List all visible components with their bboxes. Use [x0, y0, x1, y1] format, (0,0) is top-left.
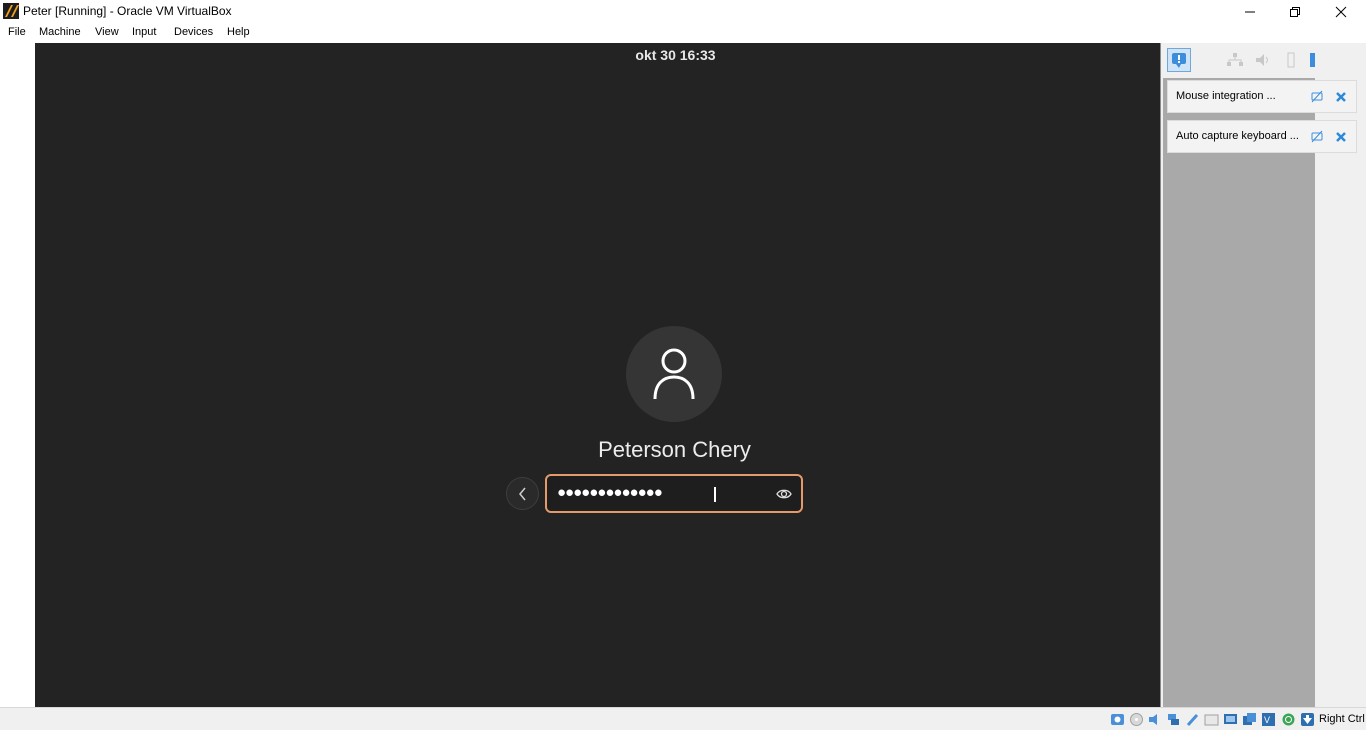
alert-bubble-icon[interactable]	[1167, 48, 1191, 72]
close-notification-icon[interactable]	[1334, 130, 1348, 144]
text-cursor	[714, 487, 716, 502]
status-bar: V Right Ctrl	[0, 707, 1366, 730]
notification-list	[1163, 78, 1315, 707]
optical-drive-icon[interactable]	[1129, 712, 1144, 727]
minimize-icon	[1245, 11, 1255, 12]
virtualbox-icon	[3, 3, 19, 19]
eye-icon	[776, 489, 792, 499]
left-margin	[0, 43, 35, 707]
password-input[interactable]: ●●●●●●●●●●●●●	[545, 474, 803, 513]
shared-folder-icon[interactable]	[1204, 712, 1219, 727]
network-icon	[1225, 50, 1245, 70]
close-button[interactable]	[1318, 0, 1364, 23]
menu-bar: File Machine View Input Devices Help	[0, 23, 1366, 43]
do-not-show-icon[interactable]	[1310, 130, 1324, 144]
guest-additions-icon[interactable]	[1281, 712, 1296, 727]
usb-status-icon[interactable]	[1185, 712, 1200, 727]
clock[interactable]: okt 30 16:33	[35, 47, 1316, 63]
usb-icon	[1281, 50, 1301, 70]
chevron-left-icon	[518, 487, 526, 500]
menu-help[interactable]: Help	[227, 26, 250, 38]
back-button[interactable]	[506, 477, 539, 510]
notification-item-mouse[interactable]: Mouse integration ...	[1167, 80, 1357, 113]
window-title: Peter [Running] - Oracle VM VirtualBox	[23, 4, 232, 18]
menu-devices[interactable]: Devices	[174, 26, 213, 38]
host-key-label: Right Ctrl	[1319, 713, 1365, 725]
notification-item-keyboard[interactable]: Auto capture keyboard ...	[1167, 120, 1357, 153]
notification-center: Mouse integration ... Auto capture keybo…	[1160, 43, 1366, 707]
display-icon[interactable]	[1223, 712, 1238, 727]
restore-icon	[1290, 6, 1300, 17]
do-not-show-icon[interactable]	[1310, 90, 1324, 104]
vm-display[interactable]: okt 30 16:33 Peterson Chery ●●●●●●●●●●●●…	[35, 43, 1160, 707]
mouse-capture-icon[interactable]	[1300, 712, 1315, 727]
maximize-button[interactable]	[1272, 0, 1318, 23]
password-value: ●●●●●●●●●●●●●	[557, 484, 663, 501]
svg-text:V: V	[1264, 715, 1270, 725]
close-notification-icon[interactable]	[1334, 90, 1348, 104]
user-icon	[653, 348, 695, 400]
video-capture-icon[interactable]	[1242, 712, 1257, 727]
minimize-button[interactable]	[1227, 0, 1273, 23]
menu-input[interactable]: Input	[132, 26, 156, 38]
audio-icon	[1253, 50, 1273, 70]
window-title-bar: Peter [Running] - Oracle VM VirtualBox	[0, 0, 1366, 23]
menu-view[interactable]: View	[95, 26, 119, 38]
avatar	[626, 326, 722, 422]
username-label: Peterson Chery	[598, 437, 751, 462]
hard-disk-icon[interactable]	[1110, 712, 1125, 727]
notification-text: Auto capture keyboard ...	[1176, 130, 1299, 142]
menu-file[interactable]: File	[8, 26, 26, 38]
audio-status-icon[interactable]	[1147, 712, 1162, 727]
notification-text: Mouse integration ...	[1176, 90, 1276, 102]
show-password-button[interactable]	[775, 485, 793, 503]
virtualization-icon[interactable]: V	[1261, 712, 1276, 727]
network-status-icon[interactable]	[1166, 712, 1181, 727]
menu-machine[interactable]: Machine	[39, 26, 81, 38]
close-icon	[1335, 6, 1347, 17]
